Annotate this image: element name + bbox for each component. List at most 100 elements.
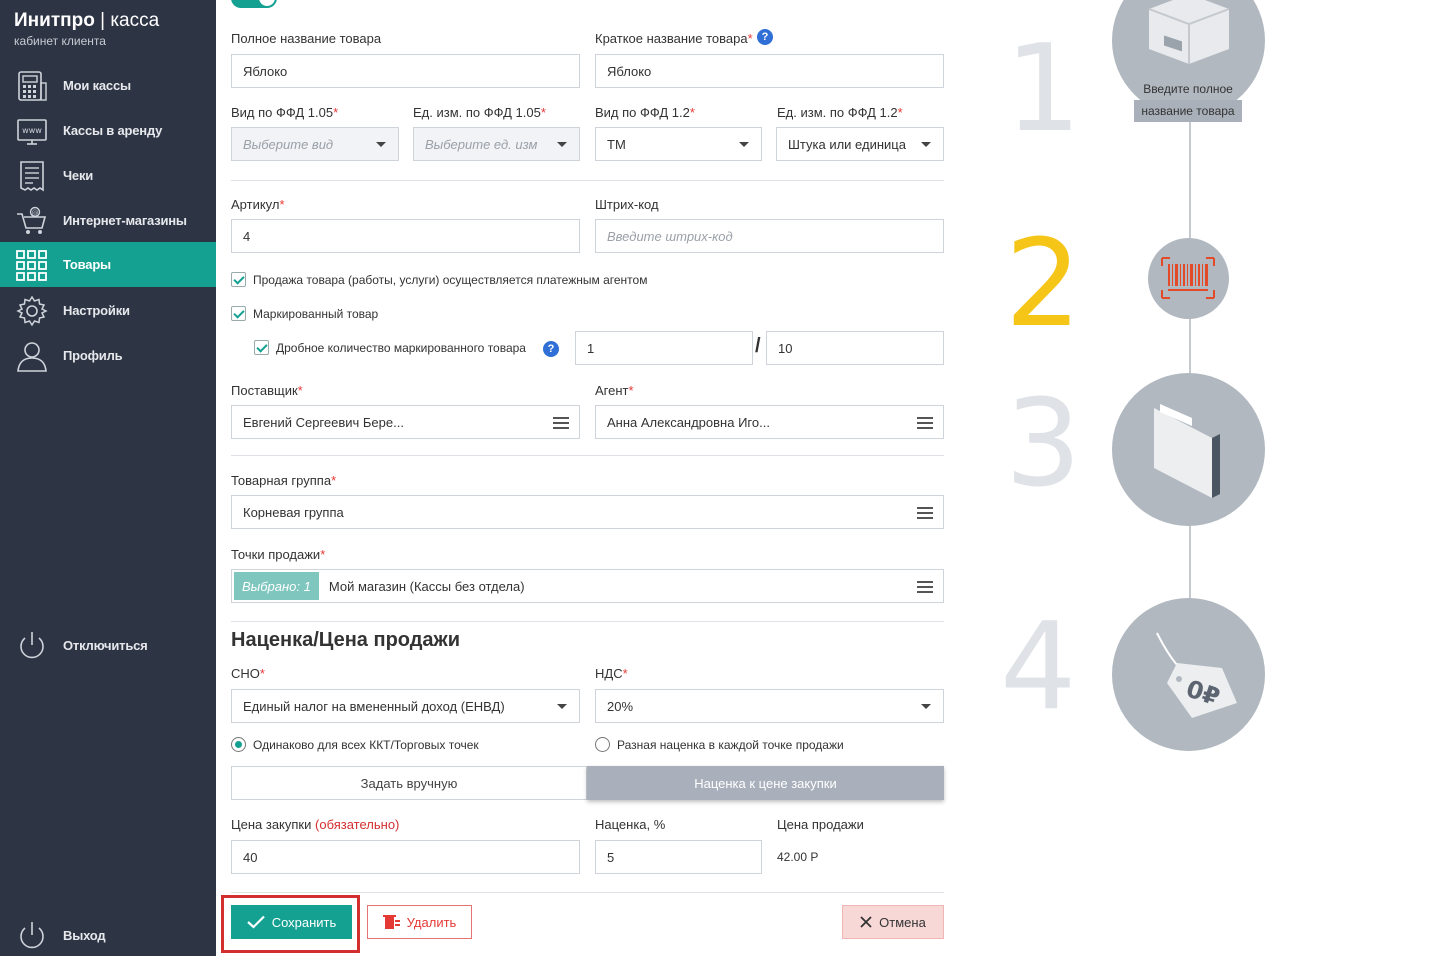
markup-section-title: Наценка/Цена продажи (231, 629, 461, 651)
full-name-label: Полное название товара (231, 31, 382, 46)
chevron-down-icon (921, 704, 931, 709)
agent-label: Агент* (595, 383, 634, 398)
nds-select[interactable]: 20% (595, 689, 944, 723)
radio-same-markup-label: Одинаково для всех ККТ/Торговых точек (253, 738, 479, 752)
box-icon (1148, 0, 1230, 64)
logout-button[interactable]: Выход (0, 913, 216, 958)
sidebar-item-products[interactable]: Товары (0, 242, 216, 287)
sidebar-item-label: Чеки (63, 168, 94, 183)
tab-manual-price[interactable]: Задать вручную (231, 766, 587, 800)
list-icon[interactable] (917, 581, 933, 593)
fraction-separator: / (755, 335, 761, 357)
chevron-down-icon (557, 142, 567, 147)
grid-icon (16, 250, 47, 281)
divider (231, 455, 944, 456)
fractional-quantity-label: Дробное количество маркированного товара (276, 341, 526, 355)
marked-product-checkbox[interactable] (231, 306, 246, 321)
ffd12-unit-label: Ед. изм. по ФФД 1.2* (777, 105, 903, 120)
cash-register-icon (18, 71, 47, 101)
help-icon[interactable]: ? (757, 29, 773, 45)
price-tag-icon: 0₽ (1156, 632, 1237, 718)
logout-label: Выход (63, 928, 106, 943)
product-group-select[interactable]: Корневая группа (231, 495, 944, 529)
ffd105-kind-select[interactable]: Выберите вид (231, 127, 399, 161)
chevron-down-icon (557, 704, 567, 709)
sidebar-item-label: Профиль (63, 348, 123, 363)
sidebar-item-label: Товары (63, 257, 111, 272)
radio-different-markup-label: Разная наценка в каждой точке продажи (617, 738, 844, 752)
sidebar-item-receipts[interactable]: Чеки (0, 153, 216, 198)
marked-product-label: Маркированный товар (253, 307, 379, 321)
points-of-sale-select[interactable]: Выбрано: 1 Мой магазин (Кассы без отдела… (231, 569, 944, 603)
sno-select[interactable]: Единый налог на вмененный доход (ЕНВД) (231, 689, 580, 723)
markup-percent-input[interactable]: 5 (595, 840, 762, 874)
agent-select[interactable]: Анна Александровна Иго... (595, 405, 944, 439)
help-icon[interactable]: ? (543, 341, 559, 357)
chevron-down-icon (376, 142, 386, 147)
fractional-quantity-checkbox[interactable] (254, 340, 269, 355)
step-2-circle (1148, 238, 1229, 319)
step-3-circle (1112, 373, 1265, 526)
sidebar: Инитпро | касса кабинет клиента Мои касс… (0, 0, 216, 956)
ffd105-unit-label: Ед. изм. по ФФД 1.05* (413, 105, 546, 120)
step-number: 1 (1005, 20, 1082, 159)
agent-sale-checkbox[interactable] (231, 272, 246, 287)
svg-text:@: @ (32, 209, 39, 217)
check-icon (246, 915, 265, 929)
www-screen-icon: www (17, 119, 47, 145)
short-name-input[interactable]: Яблоко (595, 54, 944, 88)
tab-markup-to-purchase[interactable]: Наценка к цене закупки (587, 766, 944, 800)
close-icon (860, 916, 872, 928)
radio-same-markup[interactable] (231, 737, 246, 752)
brand-logo[interactable]: Инитпро | касса (14, 10, 159, 32)
sale-price-label: Цена продажи (777, 817, 864, 832)
user-icon (17, 342, 47, 372)
sno-label: СНО* (231, 666, 265, 681)
agent-sale-label: Продажа товара (работы, услуги) осуществ… (253, 273, 648, 287)
sidebar-item-rent-registers[interactable]: www Кассы в аренду (0, 108, 216, 153)
barcode-label: Штрих-код (595, 197, 659, 212)
power-icon (20, 632, 44, 659)
chevron-down-icon (921, 142, 931, 147)
ffd105-unit-select[interactable]: Выберите ед. изм (413, 127, 580, 161)
sidebar-item-my-registers[interactable]: Мои кассы (0, 63, 216, 108)
fraction-numerator-input[interactable]: 1 (575, 331, 753, 365)
selected-count-badge: Выбрано: 1 (234, 572, 319, 600)
divider (231, 892, 944, 893)
product-group-label: Товарная группа* (231, 473, 337, 488)
sidebar-item-label: Кассы в аренду (63, 123, 163, 138)
save-button[interactable]: Сохранить (231, 905, 352, 939)
list-icon[interactable] (917, 507, 933, 519)
purchase-price-input[interactable]: 40 (231, 840, 580, 874)
sidebar-item-settings[interactable]: Настройки (0, 288, 216, 333)
disconnect-label: Отключиться (63, 638, 148, 653)
step-number: 3 (1005, 375, 1082, 514)
delete-button[interactable]: Удалить (367, 905, 472, 939)
divider (231, 180, 944, 181)
cancel-button[interactable]: Отмена (842, 905, 944, 939)
barcode-input[interactable]: Введите штрих-код (595, 219, 944, 253)
top-toggle[interactable] (231, 0, 277, 8)
supplier-select[interactable]: Евгений Сергеевич Бере... (231, 405, 580, 439)
radio-different-markup[interactable] (595, 737, 610, 752)
points-of-sale-label: Точки продажи* (231, 547, 326, 562)
fraction-denominator-input[interactable]: 10 (766, 331, 944, 365)
disconnect-button[interactable]: Отключиться (0, 623, 216, 668)
sidebar-item-online-shops[interactable]: @ Интернет-магазины (0, 198, 216, 243)
ffd12-unit-select[interactable]: Штука или единица (776, 127, 944, 161)
nds-label: НДС* (595, 666, 628, 681)
sidebar-item-profile[interactable]: Профиль (0, 333, 216, 378)
chevron-down-icon (739, 142, 749, 147)
step-4-circle: 0₽ (1112, 598, 1265, 751)
sidebar-item-label: Мои кассы (63, 78, 131, 93)
ffd12-kind-label: Вид по ФФД 1.2* (595, 105, 695, 120)
list-icon[interactable] (553, 417, 569, 429)
brand-subtitle: кабинет клиента (14, 34, 106, 48)
ffd12-kind-select[interactable]: ТМ (595, 127, 762, 161)
shopping-cart-icon: @ (17, 206, 47, 234)
folder-icon (1154, 404, 1220, 498)
full-name-input[interactable]: Яблоко (231, 54, 580, 88)
list-icon[interactable] (917, 417, 933, 429)
article-input[interactable]: 4 (231, 219, 580, 253)
receipt-icon (20, 161, 44, 192)
